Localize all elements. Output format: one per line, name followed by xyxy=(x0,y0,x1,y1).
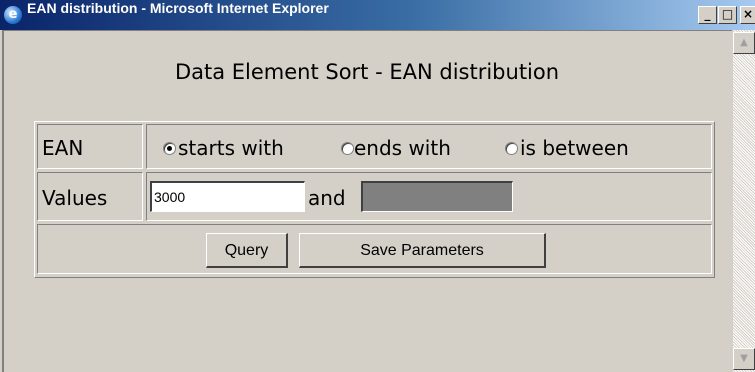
values-label-cell: Values xyxy=(37,172,143,221)
window-title: EAN distribution - Microsoft Internet Ex… xyxy=(27,0,329,16)
scroll-up-arrow-icon[interactable]: ▲ xyxy=(733,32,755,54)
values-label: Values xyxy=(42,186,108,210)
maximize-button[interactable]: □ xyxy=(718,6,737,24)
query-button[interactable]: Query xyxy=(206,233,288,268)
internet-explorer-icon[interactable]: e xyxy=(4,6,22,24)
radio-starts-with[interactable] xyxy=(163,142,176,155)
values-input-cell: and xyxy=(146,172,712,221)
radio-ends-with[interactable] xyxy=(341,142,354,155)
radio-label-ends-with[interactable]: ends with xyxy=(354,136,451,160)
radio-is-between[interactable] xyxy=(505,142,518,155)
radio-label-is-between[interactable]: is between xyxy=(520,136,629,160)
value-from-input[interactable] xyxy=(150,181,305,212)
page-title: Data Element Sort - EAN distribution xyxy=(174,60,560,84)
button-row-cell: Query Save Parameters xyxy=(37,224,712,274)
radio-label-starts-with[interactable]: starts with xyxy=(178,136,284,160)
ean-label: EAN xyxy=(42,136,84,160)
value-to-input[interactable] xyxy=(361,181,513,212)
vertical-scrollbar[interactable]: ▲ ▼ xyxy=(733,30,755,372)
browser-window: e EAN distribution - Microsoft Internet … xyxy=(0,0,755,372)
title-bar[interactable]: e EAN distribution - Microsoft Internet … xyxy=(0,0,755,30)
and-label: and xyxy=(308,186,346,210)
ean-label-cell: EAN xyxy=(37,124,143,169)
scroll-down-arrow-icon[interactable]: ▼ xyxy=(733,348,755,370)
match-type-cell: starts with ends with is between xyxy=(146,124,712,169)
close-button[interactable]: × xyxy=(740,6,755,24)
save-parameters-button[interactable]: Save Parameters xyxy=(299,233,546,268)
minimize-button[interactable]: _ xyxy=(698,6,717,24)
